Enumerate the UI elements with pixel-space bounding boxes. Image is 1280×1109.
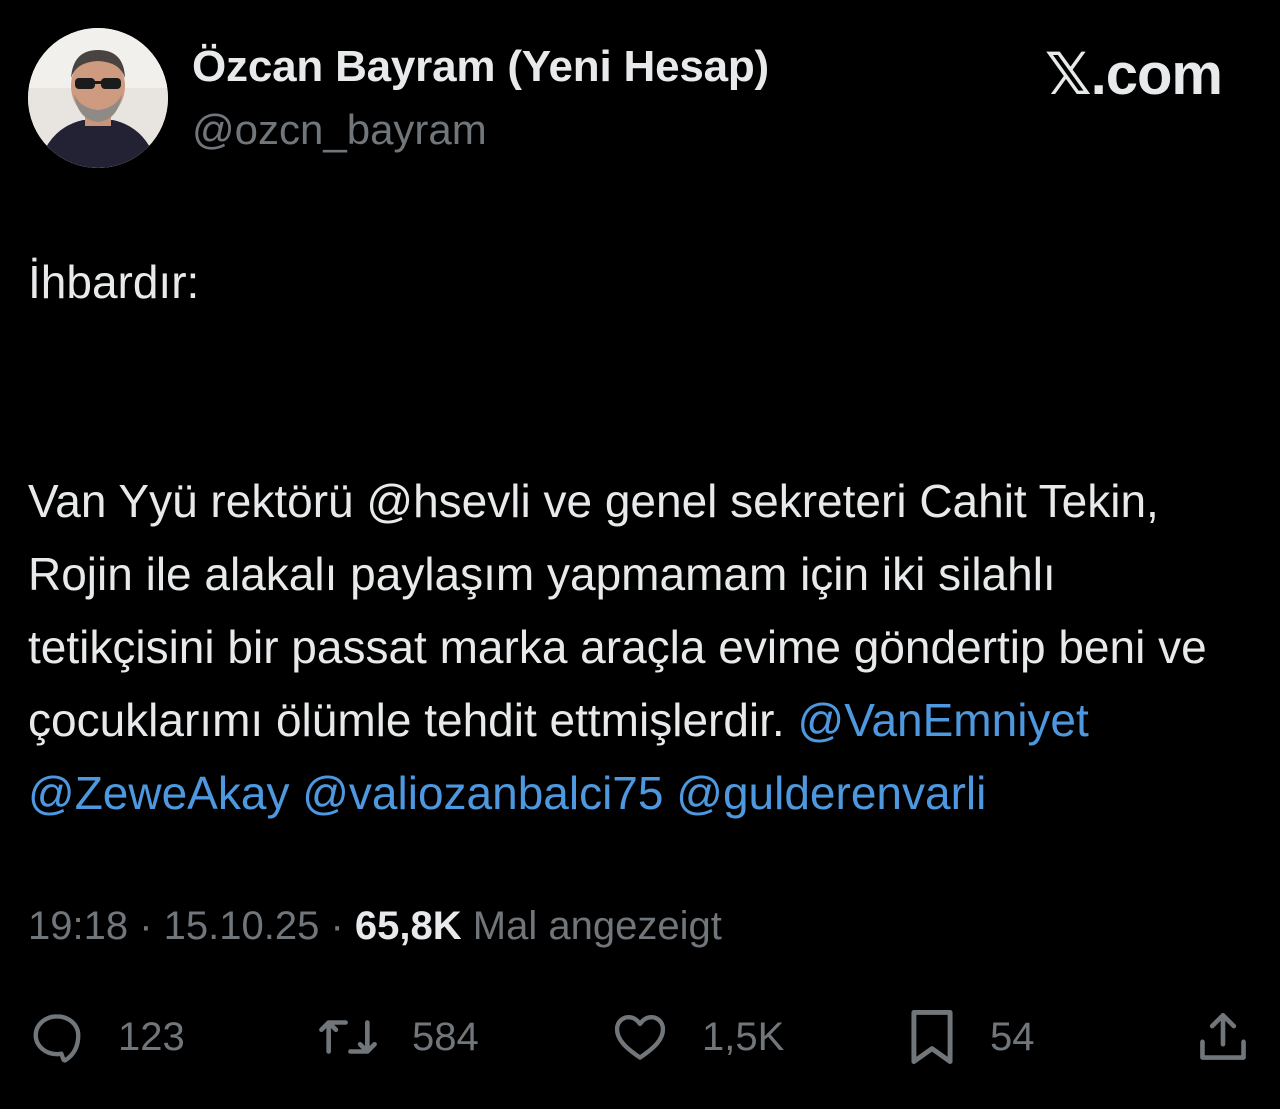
- tweet-meta: 19:18 · 15.10.25 · 65,8K Mal angezeigt: [28, 904, 722, 949]
- repost-button[interactable]: 584: [316, 1002, 479, 1072]
- bookmark-button[interactable]: 54: [906, 1002, 1035, 1072]
- author-handle[interactable]: @ozcn_bayram: [192, 106, 487, 154]
- repost-icon: [319, 1020, 377, 1054]
- mention-link[interactable]: @ZeweAkay: [28, 767, 289, 819]
- like-count: 1,5K: [702, 1014, 785, 1059]
- tweet-header: Özcan Bayram (Yeni Hesap) @ozcn_bayram 𝕏…: [28, 28, 1252, 168]
- profile-photo-icon: [28, 28, 168, 168]
- tweet-heading: İhbardır:: [28, 256, 200, 308]
- heart-icon: [614, 1015, 666, 1060]
- tweet-time[interactable]: 19:18: [28, 904, 128, 948]
- tweet-paragraph: Van Yyü rektörü @hsevli ve genel sekrete…: [28, 465, 1252, 830]
- bookmark-count: 54: [990, 1014, 1035, 1059]
- meta-separator: ·: [319, 904, 355, 948]
- view-count: 65,8K: [354, 904, 462, 948]
- brand-logo: 𝕏.com: [1044, 42, 1223, 107]
- mention-link[interactable]: @gulderenvarli: [676, 767, 986, 819]
- meta-separator: ·: [128, 904, 164, 948]
- mention-link[interactable]: @valiozanbalci75: [302, 767, 663, 819]
- avatar[interactable]: [28, 28, 168, 168]
- tweet-date[interactable]: 15.10.25: [164, 904, 320, 948]
- reply-button[interactable]: 123: [28, 1002, 185, 1072]
- share-icon: [1200, 1012, 1246, 1060]
- reply-count: 123: [118, 1014, 185, 1059]
- tweet-text: İhbardır: Van Yyü rektörü @hsevli ve gen…: [28, 246, 1252, 830]
- action-bar: 123 584 1,5K 54: [28, 1002, 1252, 1072]
- author-name[interactable]: Özcan Bayram (Yeni Hesap): [192, 42, 769, 92]
- share-button[interactable]: [1194, 1002, 1252, 1072]
- reply-icon: [33, 1014, 81, 1063]
- repost-count: 584: [412, 1014, 479, 1059]
- like-button[interactable]: 1,5K: [610, 1002, 784, 1072]
- view-count-label: Mal angezeigt: [472, 904, 722, 948]
- mention-link[interactable]: @VanEmniyet: [798, 694, 1089, 746]
- bookmark-icon: [911, 1010, 953, 1064]
